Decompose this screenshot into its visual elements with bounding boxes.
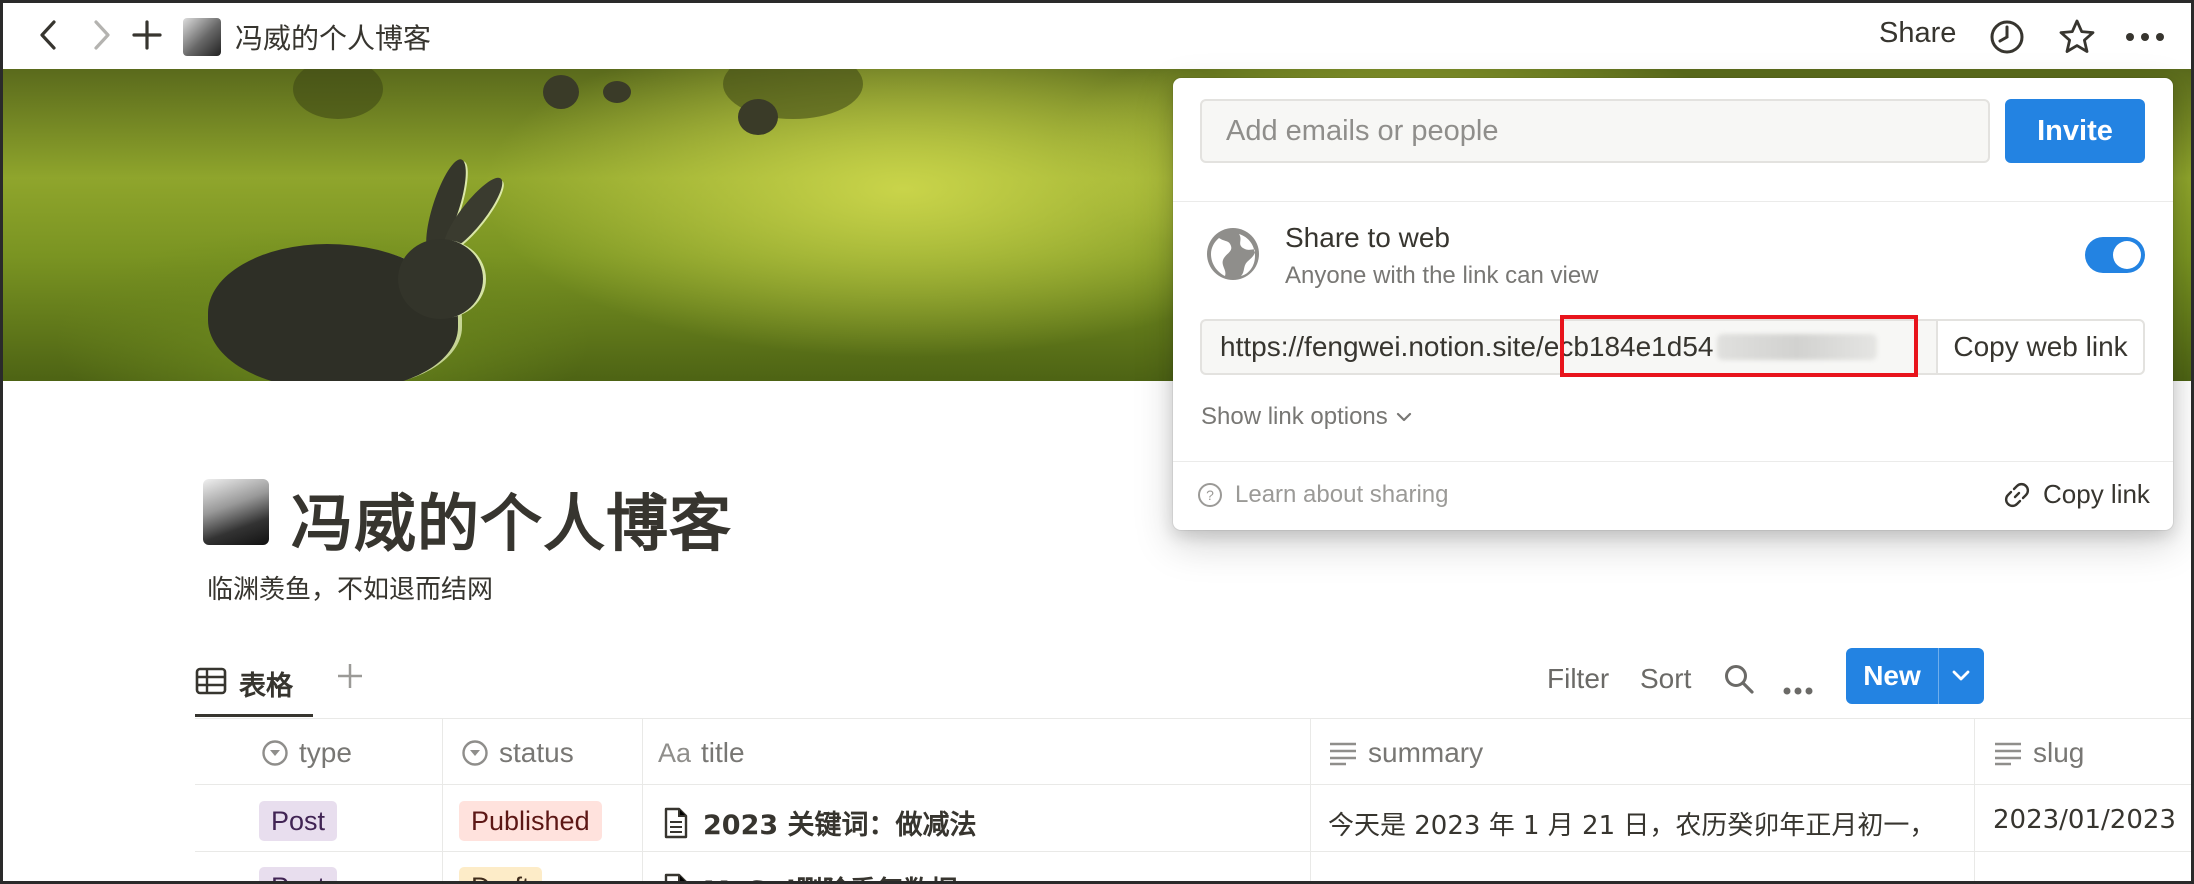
table-icon	[195, 667, 227, 700]
toggle-knob	[2113, 241, 2141, 269]
share-to-web-title: Share to web	[1285, 222, 1450, 253]
type-tag: Post	[259, 867, 338, 881]
column-header-label: title	[701, 737, 745, 768]
column-header-summary[interactable]: summary	[1328, 737, 1483, 769]
table-row-status-cell[interactable]: Draft	[459, 867, 542, 881]
row-title-link[interactable]: MySql删除重复数据	[703, 869, 958, 881]
tab-table-view[interactable]: 表格	[195, 653, 313, 717]
table-row-type-cell[interactable]: Post	[259, 801, 338, 841]
help-icon: ?	[1197, 482, 1223, 508]
table-top-border	[195, 718, 2191, 719]
filter-button[interactable]: Filter	[1547, 663, 1609, 695]
table-header-border	[195, 784, 2191, 785]
add-people-input[interactable]	[1200, 99, 1990, 163]
text-type-icon: Aa	[658, 737, 692, 768]
column-header-label: type	[299, 737, 352, 768]
new-button-label: New	[1863, 660, 1921, 691]
row-summary-text[interactable]: 今天是 2023 年 1 月 21 日，农历癸卯年正月初一，	[1328, 805, 1968, 842]
table-row-title-cell[interactable]: 2023 关键词：做减法	[663, 803, 977, 842]
sort-button[interactable]: Sort	[1640, 663, 1691, 695]
table-row-type-cell[interactable]: Post	[259, 867, 338, 881]
copy-link-button[interactable]: Copy link	[2003, 479, 2150, 510]
column-separator	[1310, 719, 1311, 881]
more-icon[interactable]	[2123, 15, 2167, 59]
cover-small-rabbit	[738, 99, 778, 135]
share-to-web-subtitle: Anyone with the link can view	[1285, 262, 1599, 289]
share-to-web-toggle[interactable]	[2085, 237, 2145, 273]
rabbit-head	[398, 239, 483, 319]
share-button[interactable]: Share	[1879, 17, 1956, 50]
document-icon	[663, 807, 689, 839]
learn-about-sharing-link[interactable]: ? Learn about sharing	[1197, 481, 1449, 509]
column-header-slug[interactable]: slug	[1993, 737, 2084, 769]
column-header-type[interactable]: type	[261, 737, 352, 769]
type-tag: Post	[259, 801, 338, 841]
column-header-title[interactable]: Aa title	[658, 737, 745, 769]
copy-link-label: Copy link	[2043, 479, 2150, 509]
popup-divider	[1173, 201, 2173, 202]
learn-about-sharing-label: Learn about sharing	[1235, 481, 1449, 508]
cover-tree-shadow	[293, 69, 383, 119]
star-icon[interactable]	[2055, 15, 2099, 59]
clock-icon[interactable]	[1985, 15, 2029, 59]
tab-table-label: 表格	[239, 671, 293, 702]
row-slug-text[interactable]: 2023/01/2023	[1993, 805, 2191, 835]
document-icon	[663, 873, 689, 881]
back-arrow-icon[interactable]	[27, 13, 71, 57]
invite-button[interactable]: Invite	[2005, 99, 2145, 163]
table-row-border	[195, 851, 2191, 852]
select-icon	[461, 739, 489, 767]
page-title[interactable]: 冯威的个人博客	[291, 473, 732, 563]
chevron-down-icon[interactable]	[1939, 669, 1983, 683]
text-lines-icon	[1993, 740, 2023, 766]
page-description[interactable]: 临渊羡鱼，不如退而结网	[207, 569, 493, 606]
row-title-link[interactable]: 2023 关键词：做减法	[703, 803, 977, 842]
text-lines-icon	[1328, 740, 1358, 766]
column-separator	[442, 719, 443, 881]
more-options-icon[interactable]	[1783, 671, 1813, 703]
app-window: 冯威的个人博客 Share 冯威的个人博客 临渊羡鱼，不如退而结网 表格 Fil…	[0, 0, 2194, 884]
column-separator	[1974, 719, 1975, 881]
status-badge: Published	[459, 801, 602, 841]
chevron-down-icon	[1396, 411, 1412, 423]
column-separator	[642, 719, 643, 881]
web-link-prefix: https://fengwei.notion.site/	[1220, 331, 1544, 362]
new-button[interactable]: New	[1846, 648, 1984, 704]
annotation-highlight-box	[1560, 315, 1918, 377]
search-icon[interactable]	[1723, 663, 1755, 702]
link-icon	[2003, 481, 2031, 509]
column-header-label: summary	[1368, 737, 1484, 768]
add-view-icon[interactable]	[335, 658, 365, 700]
globe-icon	[1205, 226, 1261, 282]
svg-text:?: ?	[1206, 487, 1214, 503]
column-header-status[interactable]: status	[461, 737, 574, 769]
table-row-title-cell[interactable]: MySql删除重复数据	[663, 869, 958, 881]
show-link-options-button[interactable]: Show link options	[1201, 403, 1412, 431]
copy-web-link-button[interactable]: Copy web link	[1936, 319, 2145, 375]
cover-small-rabbit	[603, 81, 631, 103]
plus-icon[interactable]	[125, 13, 169, 57]
top-bar: 冯威的个人博客 Share	[3, 3, 2191, 69]
forward-arrow-icon[interactable]	[79, 13, 123, 57]
column-header-label: slug	[2033, 737, 2085, 768]
status-badge: Draft	[459, 867, 542, 881]
share-popup: Invite Share to web Anyone with the link…	[1173, 78, 2173, 530]
popup-divider	[1173, 461, 2173, 462]
breadcrumb-title[interactable]: 冯威的个人博客	[235, 17, 431, 57]
page-icon-avatar[interactable]	[203, 479, 269, 545]
cover-small-rabbit	[543, 75, 579, 109]
table-row-status-cell[interactable]: Published	[459, 801, 602, 841]
column-header-label: status	[499, 737, 574, 768]
select-icon	[261, 739, 289, 767]
page-avatar-icon[interactable]	[183, 18, 221, 56]
show-link-options-label: Show link options	[1201, 403, 1388, 430]
